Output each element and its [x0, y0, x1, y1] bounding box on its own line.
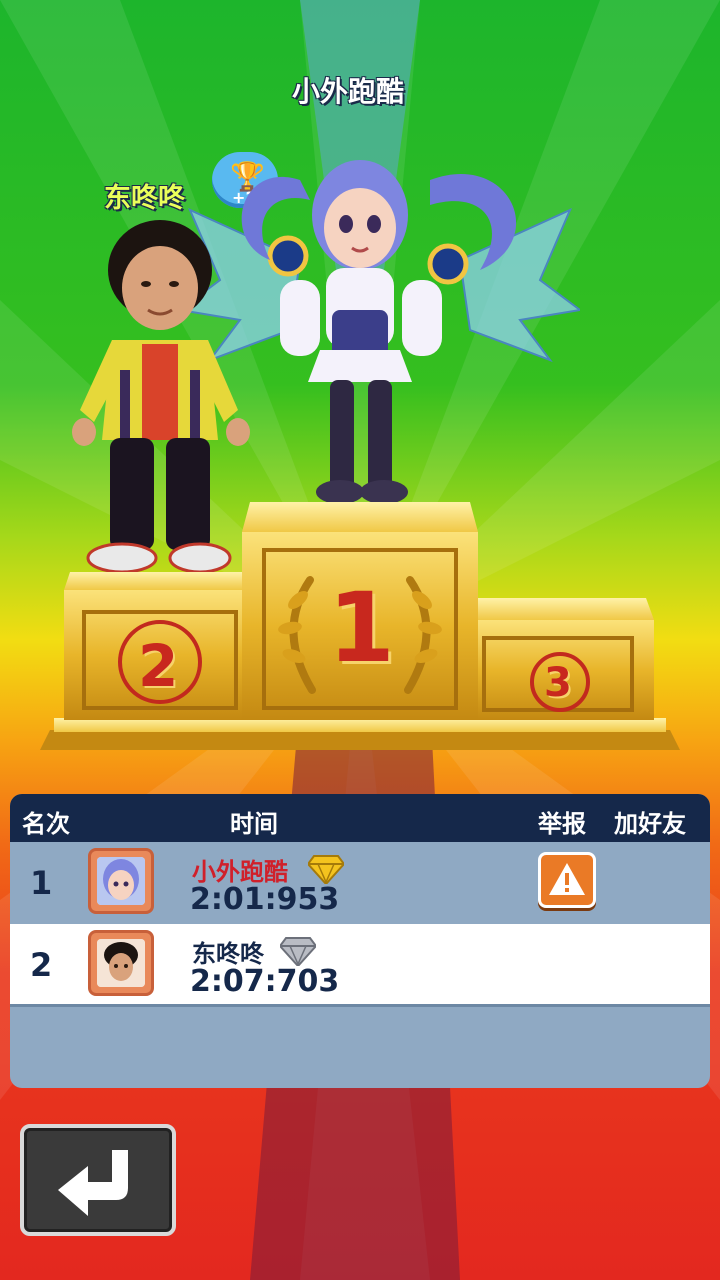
results-screen: 小外跑酷 东咚咚 🏆 +2 1 2 3 名次 时间 举报 加好友 1 小外跑酷 … — [0, 0, 720, 1280]
leaderboard-panel: 名次 时间 举报 加好友 1 小外跑酷 2:01:953 2 东咚咚 2:07:… — [10, 794, 710, 1088]
avatar[interactable] — [88, 848, 154, 914]
header-rank: 名次 — [22, 810, 70, 838]
first-place-name: 小外跑酷 — [292, 75, 405, 108]
gold-diamond-icon — [308, 855, 344, 884]
header-time: 时间 — [230, 810, 278, 838]
back-button[interactable] — [20, 1124, 176, 1236]
leaderboard-header: 名次 时间 举报 加好友 — [10, 794, 710, 842]
row-rank: 1 — [30, 864, 53, 902]
podium-second-number: 2 — [138, 632, 179, 700]
boy-portrait-icon — [97, 939, 145, 987]
return-arrow-icon — [58, 1150, 128, 1216]
row-rank: 2 — [30, 946, 53, 984]
header-add-friend: 加好友 — [614, 810, 686, 838]
report-button[interactable] — [538, 852, 596, 908]
podium-first-number: 1 — [328, 572, 395, 684]
silver-diamond-icon — [280, 937, 316, 966]
leaderboard-row: 1 小外跑酷 2:01:953 — [10, 842, 710, 922]
row-time: 2:01:953 — [190, 882, 340, 917]
avatar-portrait — [97, 939, 145, 987]
leaderboard-row: 2 东咚咚 2:07:703 — [10, 924, 710, 1007]
podium-third-number: 3 — [544, 660, 572, 706]
row-time: 2:07:703 — [190, 964, 340, 999]
warning-icon — [549, 863, 585, 895]
avatar[interactable] — [88, 930, 154, 996]
header-report: 举报 — [538, 810, 586, 838]
girl-portrait-icon — [97, 857, 145, 905]
avatar-portrait — [97, 857, 145, 905]
